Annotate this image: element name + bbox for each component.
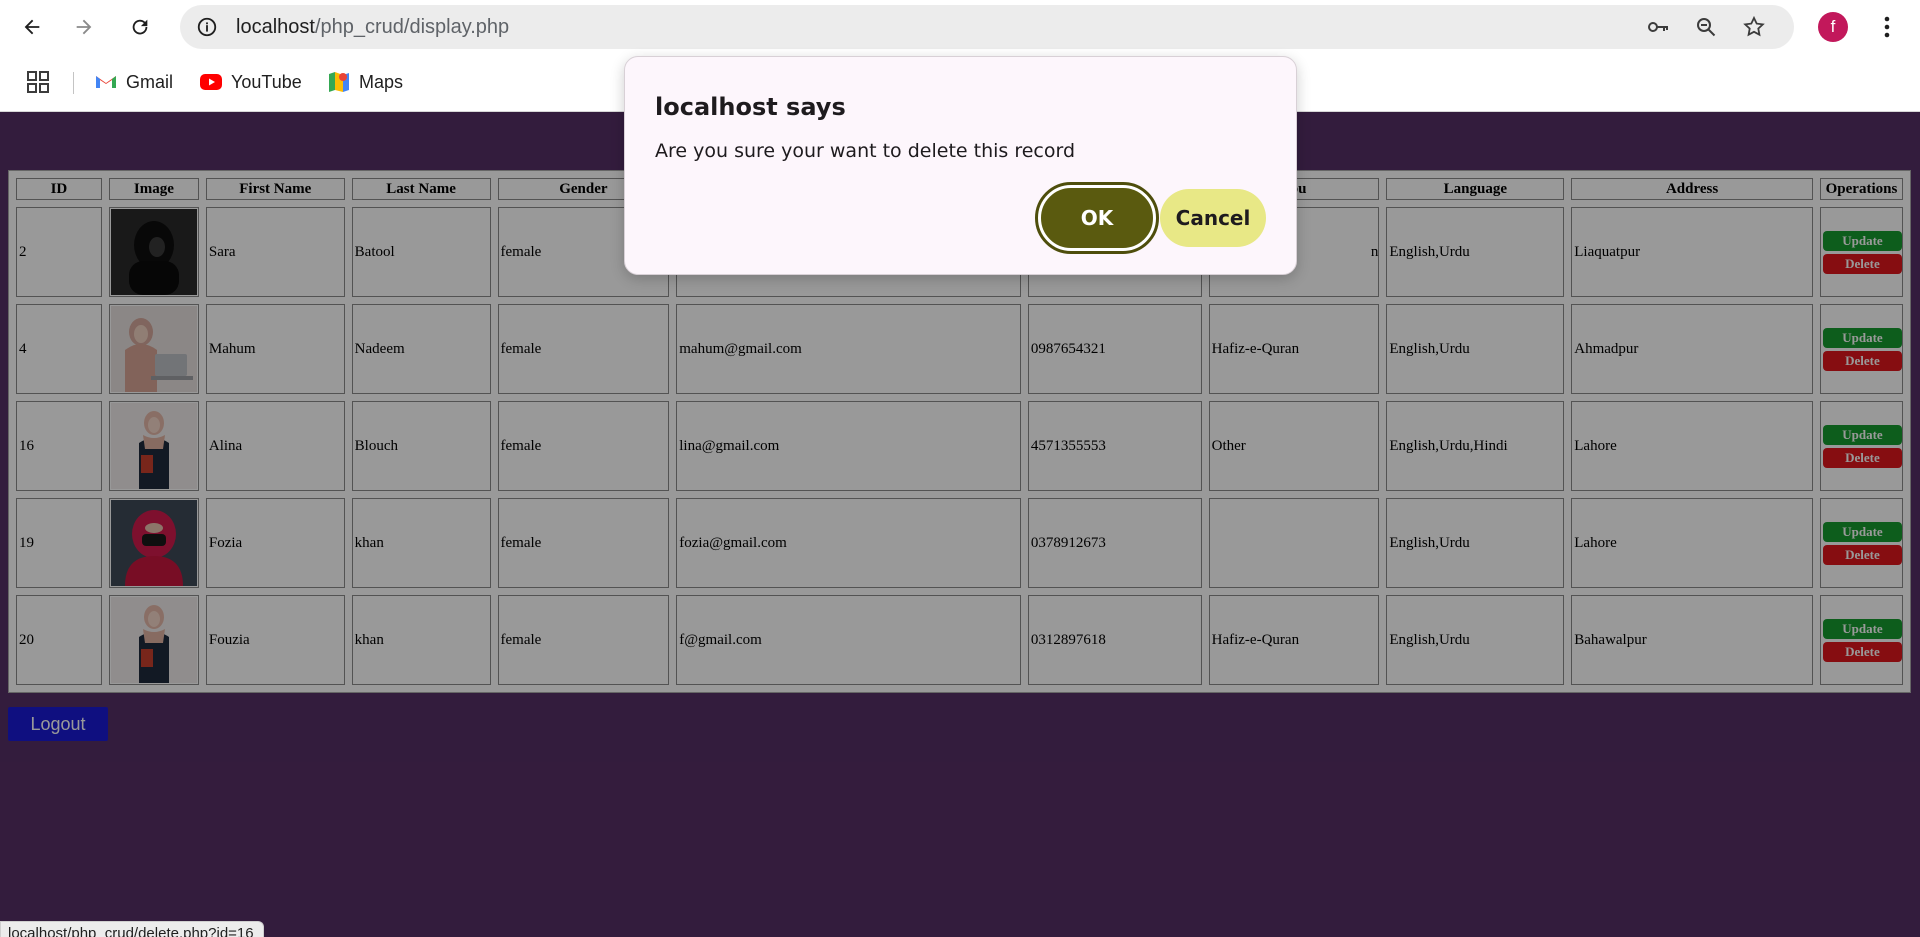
- kebab-menu-icon: [1884, 16, 1890, 38]
- browser-toolbar: localhost/php_crud/display.php f: [0, 0, 1920, 54]
- confirm-dialog: localhost says Are you sure your want to…: [624, 56, 1297, 275]
- gmail-icon: [96, 76, 116, 88]
- status-bar-url: localhost/php_crud/delete.php?id=16: [0, 921, 264, 937]
- menu-button[interactable]: [1872, 12, 1902, 42]
- address-bar[interactable]: localhost/php_crud/display.php: [180, 5, 1794, 49]
- bookmark-maps-label: Maps: [359, 71, 404, 92]
- key-icon[interactable]: [1646, 15, 1670, 39]
- url-host: localhost: [236, 16, 315, 38]
- forward-button[interactable]: [66, 9, 102, 45]
- bookmark-gmail-label: Gmail: [126, 71, 174, 92]
- back-button[interactable]: [14, 9, 50, 45]
- cancel-button[interactable]: Cancel: [1160, 189, 1266, 247]
- bookmark-youtube-label: YouTube: [231, 71, 302, 92]
- bookmark-maps[interactable]: Maps: [327, 69, 403, 95]
- dialog-message: Are you sure your want to delete this re…: [655, 140, 1076, 162]
- profile-avatar[interactable]: f: [1818, 12, 1848, 42]
- ok-button[interactable]: OK: [1035, 182, 1159, 254]
- bookmarks-divider: [73, 72, 74, 94]
- url-path: /php_crud/display.php: [314, 16, 510, 38]
- bookmark-gmail[interactable]: Gmail: [94, 69, 173, 95]
- site-info-icon[interactable]: [196, 16, 218, 38]
- forward-arrow-icon: [76, 19, 92, 35]
- maps-icon: [329, 72, 349, 92]
- zoom-icon[interactable]: [1694, 15, 1718, 39]
- star-icon[interactable]: [1742, 15, 1766, 39]
- reload-button[interactable]: [122, 9, 158, 45]
- url-text[interactable]: localhost/php_crud/display.php: [236, 16, 509, 39]
- bookmark-youtube[interactable]: YouTube: [199, 69, 302, 95]
- youtube-icon: [200, 74, 222, 90]
- dialog-title: localhost says: [655, 93, 846, 121]
- back-arrow-icon: [24, 19, 40, 35]
- apps-grid-icon[interactable]: [26, 70, 50, 94]
- reload-icon: [132, 19, 148, 35]
